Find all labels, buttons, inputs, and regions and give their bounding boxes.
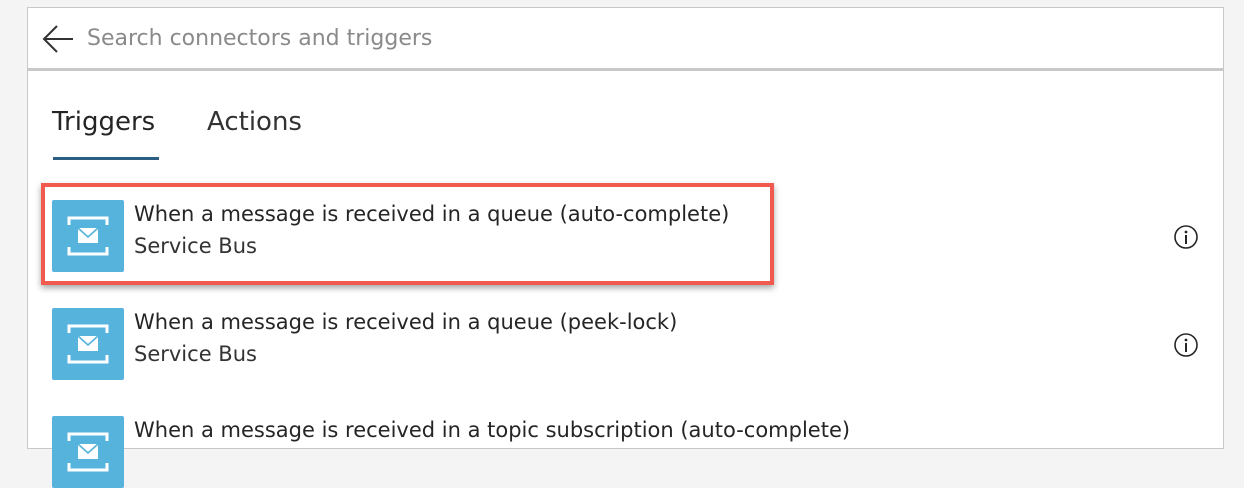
tab-actions[interactable]: Actions [207, 107, 302, 137]
results-panel: Triggers Actions When a message is recei… [27, 69, 1224, 488]
search-bar [27, 7, 1224, 69]
service-bus-icon [52, 308, 124, 380]
tab-triggers[interactable]: Triggers [52, 107, 155, 137]
trigger-item-queue-auto-complete[interactable]: When a message is received in a queue (a… [52, 200, 1202, 272]
trigger-item-topic-subscription-auto-complete[interactable]: When a message is received in a topic su… [52, 416, 1202, 488]
item-subtitle: Service Bus [134, 234, 257, 258]
selected-tab-indicator [53, 157, 159, 160]
item-title: When a message is received in a queue (p… [134, 310, 678, 334]
info-icon[interactable] [1173, 332, 1199, 358]
trigger-item-queue-peek-lock[interactable]: When a message is received in a queue (p… [52, 308, 1202, 380]
search-input[interactable] [87, 20, 1187, 56]
item-title: When a message is received in a topic su… [134, 418, 851, 442]
info-icon[interactable] [1173, 224, 1199, 250]
service-bus-icon [52, 200, 124, 272]
item-title: When a message is received in a queue (a… [134, 202, 730, 226]
service-bus-icon [52, 416, 124, 488]
item-subtitle: Service Bus [134, 342, 257, 366]
back-arrow-icon[interactable] [41, 24, 75, 54]
